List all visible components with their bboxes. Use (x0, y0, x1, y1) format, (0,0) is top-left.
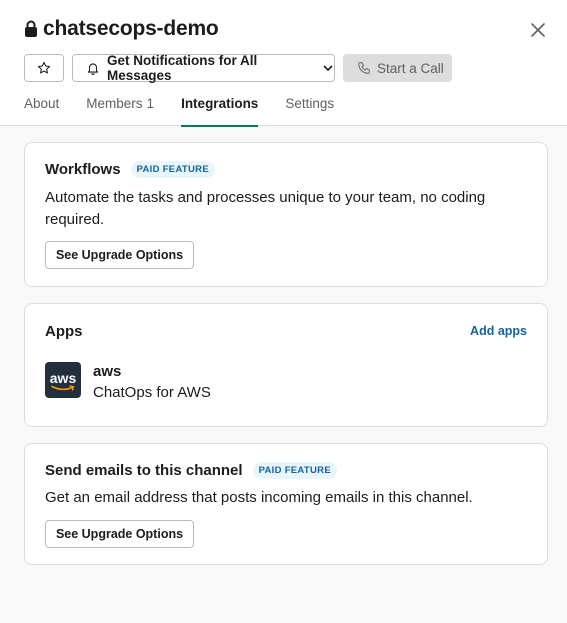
channel-header: chatsecops-demo Get Notifications for Al… (0, 0, 567, 127)
emails-card: Send emails to this channel PAID FEATURE… (24, 443, 548, 565)
apps-card: Apps Add apps aws aws ChatOps for AWS (24, 303, 548, 427)
star-channel-button[interactable] (24, 54, 64, 82)
emails-description: Get an email address that posts incoming… (45, 489, 473, 506)
aws-smile-icon (51, 384, 75, 391)
members-count: 1 (146, 96, 155, 111)
workflows-card: Workflows PAID FEATURE Automate the task… (24, 142, 548, 287)
tab-settings[interactable]: Settings (285, 96, 334, 126)
channel-title: chatsecops-demo (43, 17, 219, 40)
tab-settings-label: Settings (285, 96, 335, 111)
tab-about[interactable]: About (24, 96, 59, 126)
tab-members-label: Members (86, 96, 143, 111)
close-button[interactable] (526, 18, 550, 42)
workflows-upgrade-button[interactable]: See Upgrade Options (45, 241, 194, 269)
app-description: ChatOps for AWS (93, 384, 211, 401)
channel-tabs: About Members 1 Integrations Settings (24, 96, 361, 127)
tab-integrations[interactable]: Integrations (181, 96, 259, 127)
channel-title-row: chatsecops-demo (24, 14, 219, 44)
phone-icon (357, 61, 371, 75)
close-icon (531, 23, 545, 37)
emails-title: Send emails to this channel (45, 462, 243, 479)
lock-icon (24, 19, 38, 39)
paid-feature-badge: PAID FEATURE (252, 462, 337, 479)
tab-integrations-label: Integrations (181, 96, 259, 111)
app-name: aws (93, 363, 122, 380)
notifications-label: Get Notifications for All Messages (107, 53, 258, 83)
aws-logo-text: aws (49, 369, 77, 386)
tab-members[interactable]: Members 1 (86, 96, 154, 126)
add-apps-link[interactable]: Add apps (470, 324, 527, 338)
app-info: aws ChatOps for AWS (93, 362, 211, 404)
start-call-button[interactable]: Start a Call (343, 54, 452, 82)
emails-title-row: Send emails to this channel PAID FEATURE (45, 462, 337, 479)
notifications-button[interactable]: Get Notifications for All Messages (72, 53, 335, 83)
paid-feature-badge: PAID FEATURE (130, 161, 215, 178)
aws-logo: aws (45, 362, 81, 398)
apps-title: Apps (45, 323, 83, 340)
star-icon (37, 61, 51, 75)
start-call-label: Start a Call (377, 60, 444, 76)
workflows-title-row: Workflows PAID FEATURE (45, 161, 215, 178)
workflows-title: Workflows (45, 161, 121, 178)
bell-icon (86, 61, 100, 75)
tab-about-label: About (24, 96, 60, 111)
channel-actions: Get Notifications for All Messages Start… (24, 53, 452, 83)
emails-upgrade-button[interactable]: See Upgrade Options (45, 520, 194, 548)
chevron-down-icon (322, 62, 334, 74)
app-item-aws[interactable]: aws aws ChatOps for AWS (45, 362, 211, 404)
workflows-description: Automate the tasks and processes unique … (45, 189, 486, 228)
